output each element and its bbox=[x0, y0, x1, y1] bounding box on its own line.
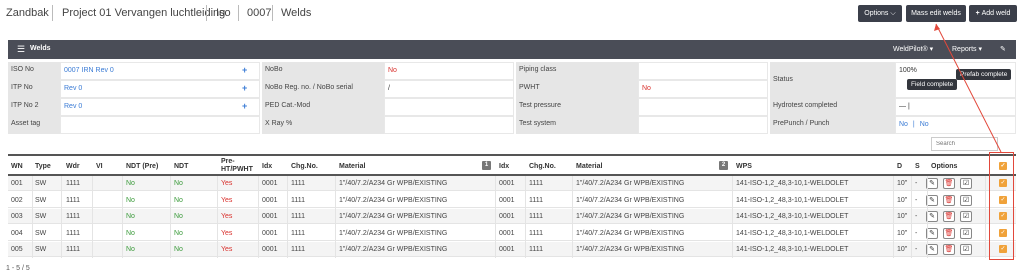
annotation-arrow-line bbox=[935, 23, 1002, 153]
annotation-arrows bbox=[934, 23, 1002, 153]
